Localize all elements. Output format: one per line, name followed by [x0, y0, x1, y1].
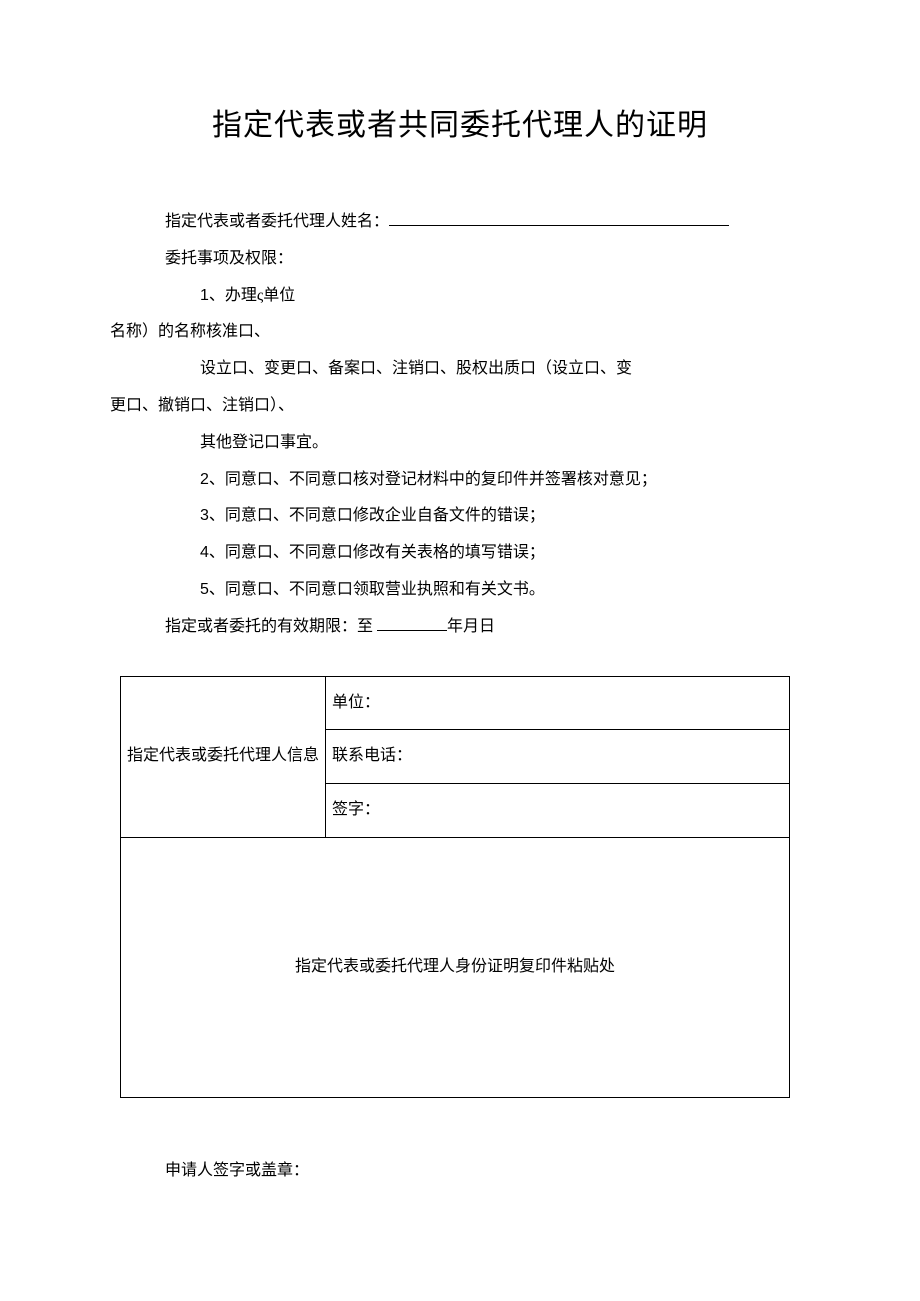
item-1-line-c: 设立口、变更口、备案口、注销口、股权出质口（设立口、变 — [110, 351, 810, 388]
valid-term-line: 指定或者委托的有效期限：至 年月日 — [110, 609, 810, 646]
phone-cell[interactable]: 联系电话： — [326, 730, 790, 784]
item-5-line: 5、同意口、不同意口领取营业执照和有关文书。 — [110, 572, 810, 609]
id-paste-area: 指定代表或委托代理人身份证明复印件粘贴处 — [121, 837, 790, 1097]
item-5-text: 、同意口、不同意口领取营业执照和有关文书。 — [209, 581, 545, 598]
page-title: 指定代表或者共同委托代理人的证明 — [110, 100, 810, 144]
agent-name-field[interactable] — [389, 208, 729, 226]
item-2-text: 、同意口、不同意口核对登记材料中的复印件并签署核对意见； — [209, 471, 657, 488]
agent-name-label: 指定代表或者委托代理人姓名： — [165, 213, 389, 230]
item-2-line: 2、同意口、不同意口核对登记材料中的复印件并签署核对意见； — [110, 462, 810, 499]
applicant-sign-line: 申请人签字或盖章： — [110, 1153, 810, 1190]
valid-term-suffix: 年月日 — [447, 618, 495, 635]
item-1-line-b: 名称）的名称核准口、 — [110, 314, 810, 351]
entrust-header: 委托事项及权限： — [110, 241, 810, 278]
agent-name-line: 指定代表或者委托代理人姓名： — [110, 204, 810, 241]
item-1-line-a: 1、办理ς单位 — [110, 278, 810, 315]
document-body: 指定代表或者委托代理人姓名： 委托事项及权限： 1、办理ς单位 名称）的名称核准… — [110, 204, 810, 1190]
unit-cell[interactable]: 单位： — [326, 676, 790, 730]
item-3-line: 3、同意口、不同意口修改企业自备文件的错误； — [110, 498, 810, 535]
item-4-line: 4、同意口、不同意口修改有关表格的填写错误； — [110, 535, 810, 572]
item-3-text: 、同意口、不同意口修改企业自备文件的错误； — [209, 507, 545, 524]
item-1-line-d: 更口、撤销口、注销口）、 — [110, 388, 810, 425]
item-1-line-e: 其他登记口事宜。 — [110, 425, 810, 462]
item-4-text: 、同意口、不同意口修改有关表格的填写错误； — [209, 544, 545, 561]
valid-term-label: 指定或者委托的有效期限：至 — [165, 618, 377, 635]
item-1-text-a: 、办理ς单位 — [209, 287, 295, 304]
sign-cell[interactable]: 签字： — [326, 784, 790, 838]
year-field[interactable] — [377, 613, 447, 631]
agent-info-table: 指定代表或委托代理人信息 单位： 联系电话： 签字： 指定代表或委托代理人身份证… — [120, 676, 790, 1098]
agent-info-header: 指定代表或委托代理人信息 — [121, 676, 326, 837]
